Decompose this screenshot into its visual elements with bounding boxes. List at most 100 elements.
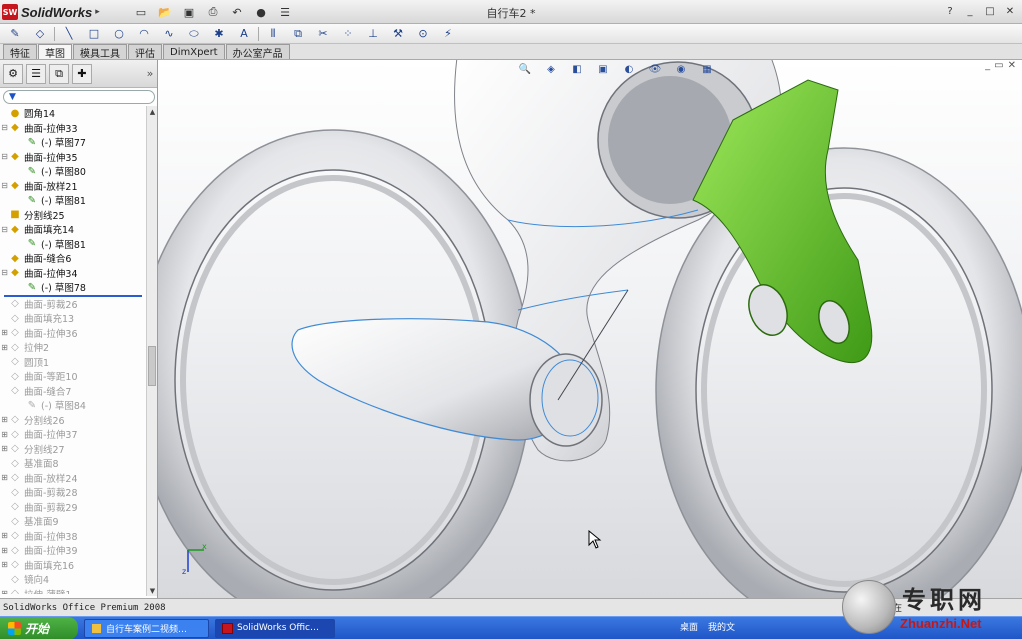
tree-item[interactable]: ✎ (-) 草图81 (0, 237, 146, 252)
open-icon[interactable]: 📂 (154, 4, 176, 20)
spline-icon[interactable]: ∿ (158, 25, 180, 42)
desktop-link[interactable]: 桌面 (680, 620, 698, 633)
tree-item[interactable]: ⊞ ◇ 分割线26 (0, 413, 146, 428)
expand-toggle-icon[interactable]: ⊞ (0, 531, 9, 540)
configuration-icon[interactable]: ⧉ (49, 63, 69, 84)
tree-item[interactable]: ◇ 曲面填充13 (0, 311, 146, 326)
scroll-down-icon[interactable]: ▼ (147, 585, 158, 596)
tree-item[interactable]: ⊟ ◆ 曲面-拉伸33 (0, 121, 146, 136)
expand-toggle-icon[interactable]: ⊞ (0, 589, 9, 594)
tree-item[interactable]: ◇ 基准面8 (0, 456, 146, 471)
text-icon[interactable]: A (233, 25, 255, 42)
tree-item[interactable]: ■ 分割线25 (0, 208, 146, 223)
tree-item[interactable]: ◇ 曲面-缝合7 (0, 384, 146, 399)
tree-item[interactable]: ◇ 曲面-剪裁28 (0, 485, 146, 500)
tree-item[interactable]: ✎ (-) 草图77 (0, 135, 146, 150)
expand-toggle-icon[interactable]: ⊞ (0, 328, 9, 337)
tab-mold-tools[interactable]: 模具工具 (73, 44, 127, 60)
tab-evaluate[interactable]: 评估 (128, 44, 162, 60)
feature-tree-icon[interactable]: ⚙ (3, 63, 23, 84)
expand-toggle-icon[interactable]: ⊟ (0, 268, 9, 277)
rebuild-icon[interactable]: ● (250, 4, 272, 20)
view-orientation-icon[interactable]: ▣ (592, 62, 614, 76)
tree-scrollbar[interactable]: ▲ ▼ (146, 106, 157, 596)
sketch-icon[interactable]: ✎ (4, 25, 26, 42)
expand-toggle-icon[interactable]: ⊞ (0, 560, 9, 569)
tree-item[interactable]: ⊞ ◇ 曲面-拉伸36 (0, 326, 146, 341)
tree-item[interactable]: ✎ (-) 草图80 (0, 164, 146, 179)
display-style-icon[interactable]: ◐ (618, 62, 640, 76)
tree-item[interactable]: ◇ 曲面-剪裁29 (0, 500, 146, 515)
tree-item[interactable]: ⊞◇ 拉伸-薄壁1 (0, 587, 146, 594)
tree-item[interactable]: ● 圆角14 (0, 106, 146, 121)
tree-item[interactable]: ⊞ ◇ 曲面-拉伸37 (0, 427, 146, 442)
ellipse-icon[interactable]: ⬭ (183, 25, 205, 42)
expand-toggle-icon[interactable]: ⊟ (0, 225, 9, 234)
tree-item[interactable]: ⊞ ◇ 曲面-拉伸39 (0, 543, 146, 558)
options-icon[interactable]: ☰ (274, 4, 296, 20)
tree-item[interactable]: ◇ 曲面-剪裁26 (0, 297, 146, 312)
expand-toggle-icon[interactable]: ⊟ (0, 152, 9, 161)
offset-icon[interactable]: ⧉ (287, 25, 309, 42)
tree-item[interactable]: ⊟ ◆ 曲面-拉伸35 (0, 150, 146, 165)
expand-toggle-icon[interactable]: ⊞ (0, 444, 9, 453)
property-manager-icon[interactable]: ☰ (26, 63, 46, 84)
expand-toggle-icon[interactable]: ⊞ (0, 473, 9, 482)
expand-icon[interactable]: » (143, 64, 157, 84)
tree-item[interactable]: ⊟ ◆ 曲面填充14 (0, 222, 146, 237)
new-icon[interactable]: ▭ (130, 4, 152, 20)
appearance-icon[interactable]: ◉ (670, 62, 692, 76)
restore-button[interactable]: □ (982, 4, 998, 19)
tree-filter-input[interactable]: ▼ (3, 90, 155, 104)
start-button[interactable]: 开始 (0, 616, 78, 639)
tree-item[interactable]: ◇ 圆顶1 (0, 355, 146, 370)
minimize-button[interactable]: _ (962, 4, 978, 19)
smart-dimension-icon[interactable]: ◇ (29, 25, 51, 42)
tree-item[interactable]: ⊟ ◆ 曲面-拉伸34 (0, 266, 146, 281)
menu-arrow-icon[interactable]: ▸ (95, 7, 100, 17)
repair-icon[interactable]: ⚒ (387, 25, 409, 42)
tree-item[interactable]: ◇ 基准面9 (0, 514, 146, 529)
quick-snap-icon[interactable]: ⊙ (412, 25, 434, 42)
undo-icon[interactable]: ↶ (226, 4, 248, 20)
section-view-icon[interactable]: ◧ (566, 62, 588, 76)
pattern-icon[interactable]: ⁘ (337, 25, 359, 42)
tree-item[interactable]: ⊞ ◇ 曲面-拉伸38 (0, 529, 146, 544)
tree-item[interactable]: ⊞ ◇ 曲面填充16 (0, 558, 146, 573)
scroll-thumb[interactable] (148, 346, 156, 386)
tree-item[interactable]: ⊞ ◇ 曲面-放样24 (0, 471, 146, 486)
point-icon[interactable]: ✱ (208, 25, 230, 42)
scene-icon[interactable]: ▦ (696, 62, 718, 76)
tab-office-products[interactable]: 办公室产品 (225, 44, 290, 60)
tree-item[interactable]: ◇ 镜向4 (0, 572, 146, 587)
task-folder[interactable]: 自行车案例二视频… (84, 618, 209, 638)
save-icon[interactable]: ▣ (178, 4, 200, 20)
tree-item[interactable]: ◆ 曲面-缝合6 (0, 251, 146, 266)
relation-icon[interactable]: ⊥ (362, 25, 384, 42)
tree-item[interactable]: ⊞ ◇ 拉伸2 (0, 340, 146, 355)
rectangle-icon[interactable]: □ (83, 25, 105, 42)
tree-item[interactable]: ✎ (-) 草图84 (0, 398, 146, 413)
trim-icon[interactable]: ✂ (312, 25, 334, 42)
previous-view-icon[interactable]: ◈ (540, 62, 562, 76)
tab-dimxpert[interactable]: DimXpert (163, 44, 225, 59)
minimize-doc-button[interactable]: _ (985, 60, 990, 74)
graphics-area[interactable]: 🔍 ◈ ◧ ▣ ◐ 👁 ◉ ▦ z x (158, 60, 1022, 598)
tree-item[interactable]: ⊞ ◇ 分割线27 (0, 442, 146, 457)
tree-item[interactable]: ⊟ ◆ 曲面-放样21 (0, 179, 146, 194)
line-icon[interactable]: ╲ (58, 25, 80, 42)
hide-show-icon[interactable]: 👁 (644, 62, 666, 76)
tree-item[interactable]: ✎ (-) 草图78 (0, 280, 146, 295)
restore-doc-button[interactable]: ▭ (994, 60, 1003, 74)
zoom-to-fit-icon[interactable]: 🔍 (514, 62, 536, 76)
arc-icon[interactable]: ◠ (133, 25, 155, 42)
expand-toggle-icon[interactable]: ⊞ (0, 343, 9, 352)
rapid-sketch-icon[interactable]: ⚡ (437, 25, 459, 42)
scroll-up-icon[interactable]: ▲ (147, 106, 158, 117)
expand-toggle-icon[interactable]: ⊟ (0, 181, 9, 190)
app-logo[interactable]: SW SolidWorks ▸ (2, 3, 100, 21)
expand-toggle-icon[interactable]: ⊞ (0, 415, 9, 424)
print-icon[interactable]: ⎙ (202, 4, 224, 20)
tree-item[interactable]: ◇ 曲面-等距10 (0, 369, 146, 384)
my-documents-link[interactable]: 我的文 (708, 620, 735, 633)
